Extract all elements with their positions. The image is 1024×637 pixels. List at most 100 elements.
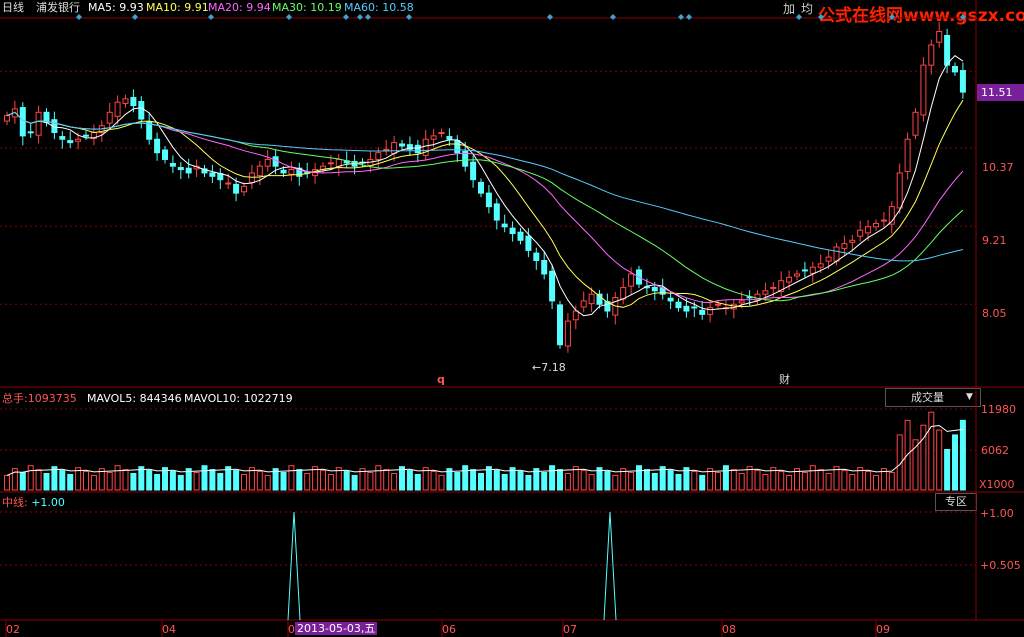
volume-bar	[730, 469, 737, 491]
candle	[699, 309, 706, 315]
volume-bar	[122, 469, 129, 491]
volume-bar	[762, 473, 769, 491]
volume-bar	[201, 465, 208, 491]
candle	[256, 165, 263, 177]
candle	[27, 131, 34, 134]
volume-bar	[786, 474, 793, 491]
ma5-line	[6, 55, 964, 317]
volume-bar	[83, 471, 89, 491]
volume-bar	[738, 472, 745, 491]
candle	[169, 162, 176, 167]
volume-bar	[90, 474, 97, 491]
candle	[83, 134, 89, 137]
volume-bar	[209, 469, 216, 491]
volume-bar	[114, 465, 121, 491]
volume-bar	[517, 471, 524, 491]
signal-diamond-icon	[678, 14, 684, 20]
candle	[177, 167, 184, 171]
candle	[651, 286, 658, 292]
volume-bar	[478, 472, 484, 491]
volume-bar	[841, 470, 848, 491]
candle	[833, 246, 840, 262]
volume-bar	[928, 411, 935, 491]
stock-chart-window: 日线 浦发银行 MA5: 9.93 MA10: 9.91 MA20: 9.94 …	[0, 0, 1024, 637]
signal-diamond-icon	[357, 14, 363, 20]
signal-diamond-icon	[796, 14, 802, 20]
volume-bar	[873, 474, 879, 491]
volume-bar	[169, 471, 176, 491]
volume-bar	[233, 470, 240, 491]
candle	[485, 192, 492, 208]
volume-bar	[501, 473, 508, 491]
candle	[952, 65, 958, 73]
candle	[762, 290, 769, 295]
candle	[825, 256, 832, 262]
candle	[572, 310, 579, 321]
volume-bar	[715, 472, 721, 491]
volume-bar	[391, 472, 398, 491]
candle	[588, 293, 595, 305]
candle	[691, 306, 698, 309]
volume-bar	[146, 470, 153, 491]
signal-diamond-icon	[960, 14, 966, 20]
candle	[130, 96, 137, 107]
candle	[557, 304, 563, 346]
volume-bar	[383, 469, 390, 491]
volume-bar	[406, 470, 413, 491]
volume-bar	[327, 473, 334, 491]
volume-bar	[952, 434, 958, 491]
candle	[715, 303, 721, 306]
candle	[438, 132, 445, 135]
volume-bar	[557, 469, 563, 491]
volume-bar	[604, 471, 611, 491]
volume-bar	[612, 474, 619, 491]
volume-bar	[651, 472, 658, 491]
candle	[280, 169, 287, 174]
volume-bar	[280, 472, 287, 491]
candle	[4, 115, 10, 122]
volume-bar	[106, 472, 113, 491]
candle	[794, 273, 800, 277]
volume-bar	[675, 473, 682, 491]
volume-bar	[430, 471, 437, 491]
volume-bar	[375, 465, 382, 491]
volume-bar	[304, 472, 311, 491]
volume-bar	[296, 469, 303, 491]
candle	[122, 98, 129, 105]
volume-bar	[35, 469, 42, 491]
candle	[67, 140, 74, 144]
signal-diamond-icon	[208, 14, 214, 20]
volume-bar	[865, 471, 872, 491]
candle	[493, 203, 500, 221]
volume-bar	[217, 472, 224, 491]
candle	[225, 182, 232, 185]
candle	[841, 243, 848, 249]
candle	[564, 320, 571, 347]
signal-spike	[287, 511, 301, 621]
candle	[35, 111, 42, 136]
volume-bar	[493, 470, 500, 491]
candle	[817, 263, 824, 268]
volume-bar	[438, 474, 445, 491]
volume-bar	[628, 472, 635, 491]
candle	[801, 269, 808, 272]
candle	[154, 138, 161, 154]
volume-bar	[667, 470, 674, 491]
volume-bar	[43, 472, 50, 491]
volume-bar	[580, 470, 587, 491]
candle	[959, 70, 966, 93]
volume-bar	[256, 471, 263, 491]
candle	[880, 219, 887, 222]
volume-bar	[154, 473, 161, 491]
volume-bar	[19, 472, 26, 491]
volume-bar	[414, 473, 421, 491]
candle	[928, 44, 935, 66]
candle	[185, 167, 192, 174]
candle	[327, 162, 334, 165]
signal-diamond-icon	[365, 14, 371, 20]
candle	[857, 229, 864, 237]
candle	[209, 172, 216, 177]
price-chart[interactable]	[0, 0, 1024, 637]
volume-bar	[936, 429, 943, 491]
candle	[454, 140, 461, 154]
